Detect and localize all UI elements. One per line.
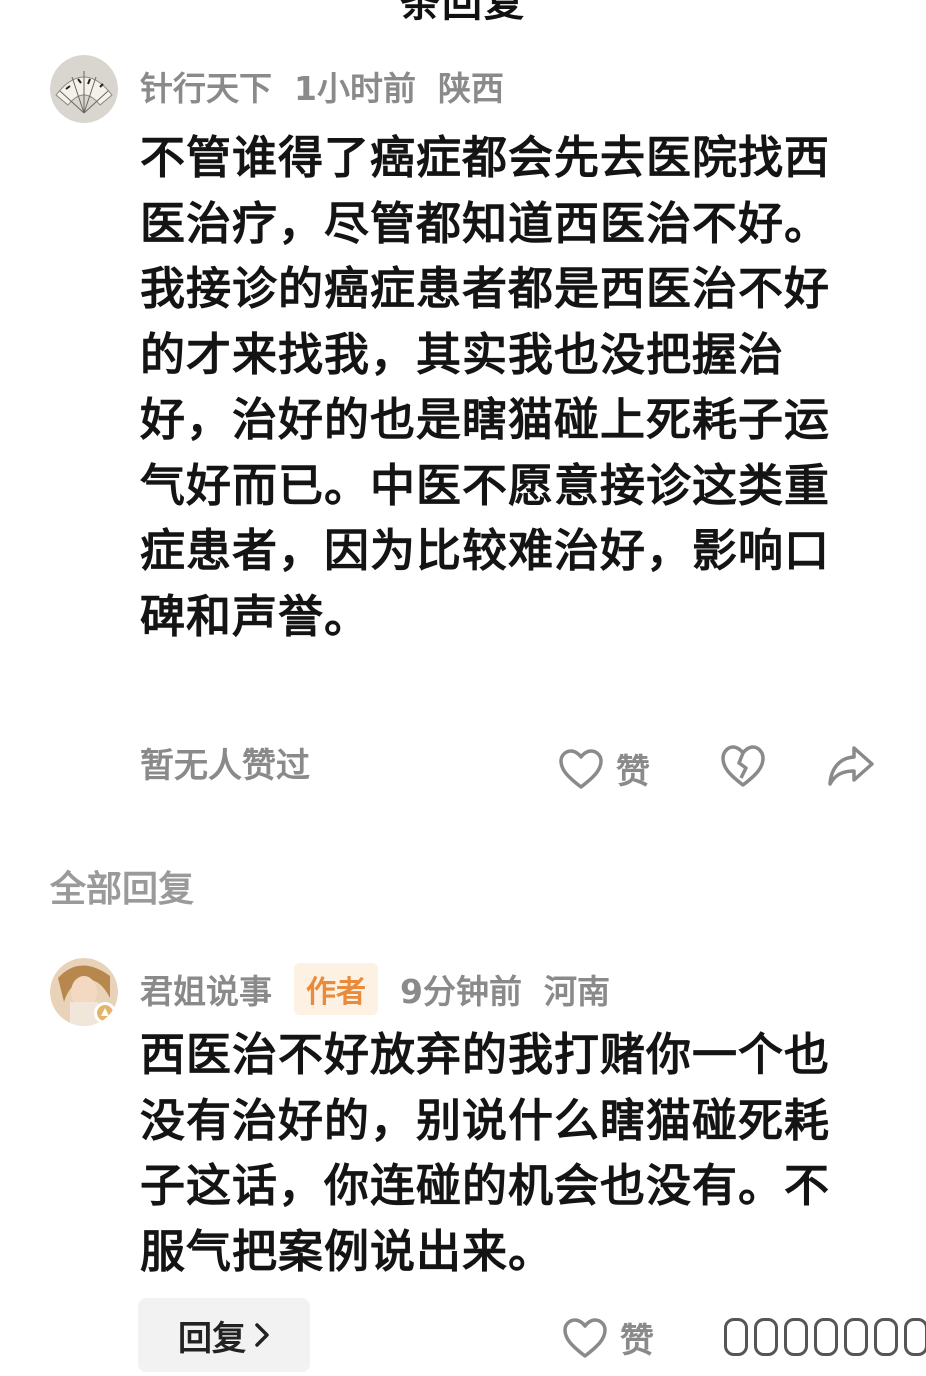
avatar-photo-image bbox=[50, 958, 118, 1026]
reply-meta: 君姐说事 作者 9分钟前 河南 bbox=[140, 963, 632, 1015]
author-badge: 作者 bbox=[294, 963, 378, 1015]
broken-heart-icon[interactable] bbox=[720, 744, 766, 788]
page-title: 条回复 bbox=[400, 0, 526, 26]
reply-body[interactable]: 西医治不好放弃的我打赌你一个也没有治好的，别说什么瞎猫碰死耗子这话，你连碰的机会… bbox=[140, 1022, 870, 1284]
comment-paragraph: 我接诊的癌症患者都是西医治不好的才来找我，其实我也没把握治好，治好的也是瞎猫碰上… bbox=[140, 262, 831, 643]
reply-paragraph: 西医治不好放弃的我打赌你一个也没有治好的，别说什么瞎猫碰死耗子这话，你连碰的机会… bbox=[140, 1028, 831, 1278]
heart-outline-icon bbox=[563, 1317, 607, 1358]
avatar[interactable] bbox=[50, 55, 118, 123]
comment-location: 陕西 bbox=[437, 69, 504, 108]
comment-body[interactable]: 不管谁得了癌症都会先去医院找西医治疗，尽管都知道西医治不好。 我接诊的癌症患者都… bbox=[140, 125, 870, 649]
reply-time: 9分钟前 bbox=[400, 972, 522, 1011]
chevron-right-icon bbox=[255, 1323, 269, 1347]
heart-outline-icon bbox=[559, 748, 603, 789]
username[interactable]: 君姐说事 bbox=[140, 965, 272, 1013]
comment-actions: 暂无人赞过 赞 bbox=[0, 736, 926, 796]
username[interactable]: 针行天下 bbox=[140, 62, 272, 110]
share-arrow-icon[interactable] bbox=[826, 744, 876, 788]
reply-location: 河南 bbox=[543, 972, 610, 1011]
likes-status: 暂无人赞过 bbox=[140, 746, 310, 786]
comment-meta: 针行天下 1小时前 陕西 bbox=[140, 62, 526, 110]
reply-button-label: 回复 bbox=[178, 1318, 246, 1359]
watermark-overlay bbox=[724, 1318, 926, 1356]
replies-section-title: 全部回复 bbox=[50, 869, 195, 910]
comment-time: 1小时前 bbox=[294, 69, 416, 108]
like-label: 赞 bbox=[616, 752, 650, 792]
avatar[interactable] bbox=[50, 958, 118, 1026]
avatar-fan-image bbox=[50, 55, 118, 123]
like-label: 赞 bbox=[620, 1321, 654, 1361]
reply-like-button[interactable]: 赞 bbox=[562, 1313, 654, 1362]
like-button[interactable]: 赞 bbox=[558, 744, 650, 793]
reply-button[interactable]: 回复 bbox=[138, 1298, 310, 1372]
comment-paragraph: 不管谁得了癌症都会先去医院找西医治疗，尽管都知道西医治不好。 bbox=[140, 131, 831, 250]
